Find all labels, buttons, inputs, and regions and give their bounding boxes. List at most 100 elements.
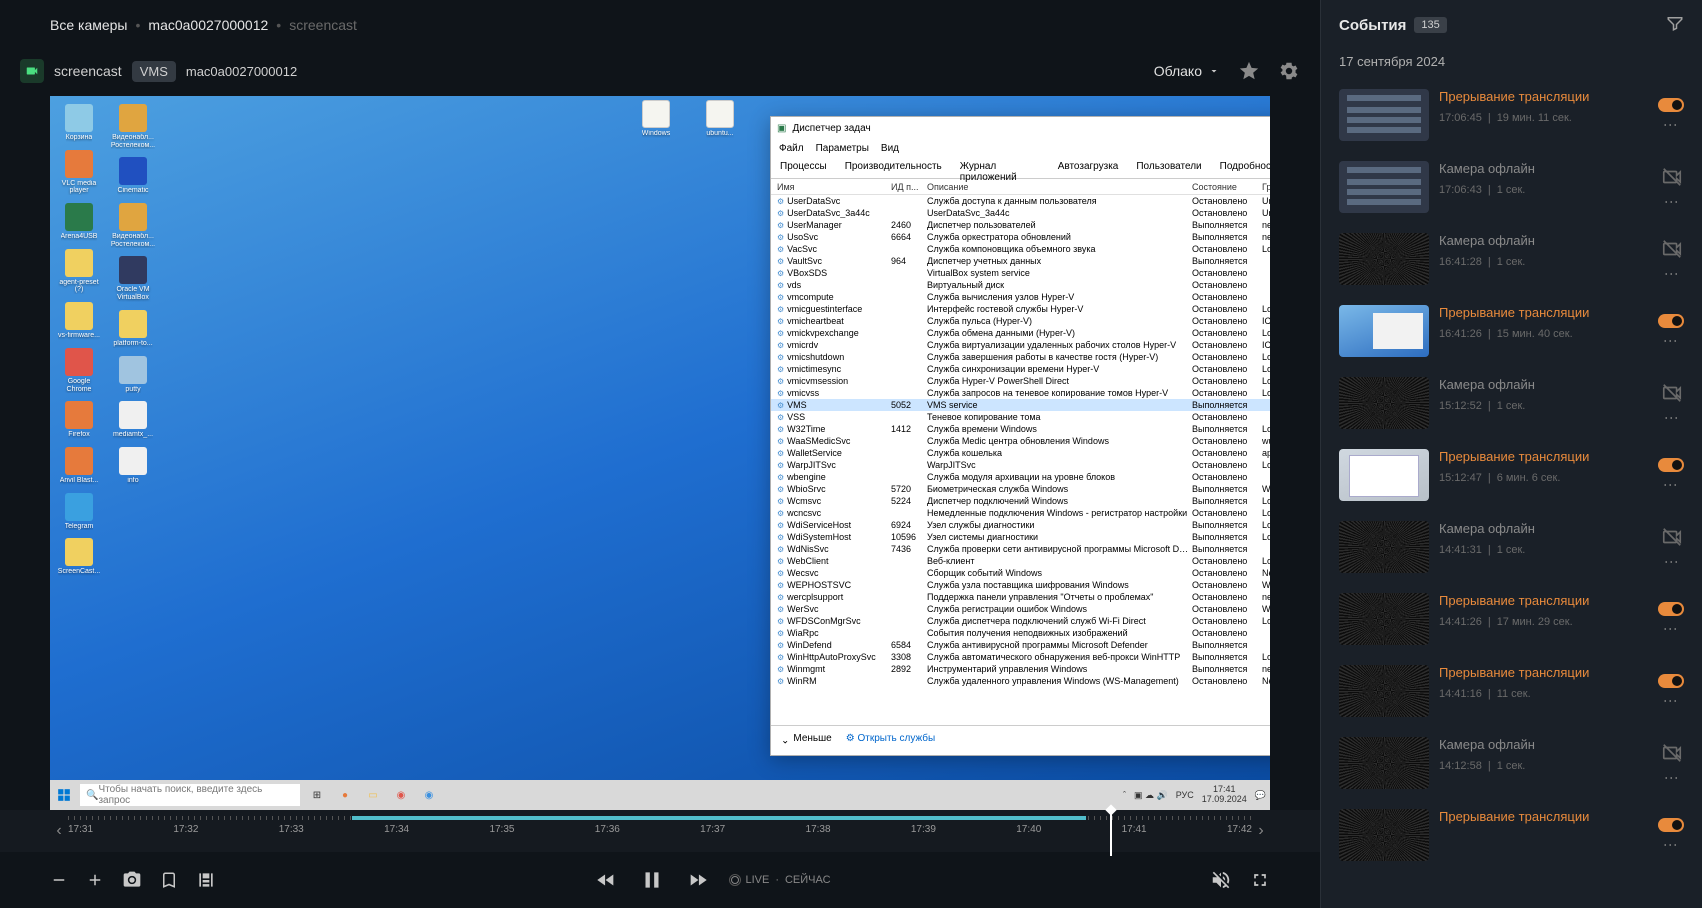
service-row[interactable]: vmicvssСлужба запросов на теневое копиро… (771, 387, 1270, 399)
rewind-button[interactable] (595, 869, 617, 891)
timeline-next[interactable]: › (1252, 822, 1270, 840)
bookmark-button[interactable] (160, 871, 178, 889)
start-button[interactable] (54, 785, 74, 805)
event-card[interactable]: Камера офлайн 15:12:52|1 сек. ⋮ (1331, 369, 1692, 437)
taskmgr-tab[interactable]: Пользователи (1127, 157, 1210, 178)
live-indicator[interactable]: LIVE· СЕЙЧАС (731, 874, 830, 886)
taskmgr-tab[interactable]: Журнал приложений (951, 157, 1049, 178)
taskmgr-tab[interactable]: Процессы (771, 157, 836, 178)
menu-item[interactable]: Файл (779, 143, 804, 154)
breadcrumb-mac[interactable]: mac0a0027000012 (148, 17, 268, 33)
service-row[interactable]: W32Time1412Служба времени WindowsВыполня… (771, 423, 1270, 435)
event-card[interactable]: Камера офлайн 17:06:43|1 сек. ⋮ (1331, 153, 1692, 221)
service-row[interactable]: vmicheartbeatСлужба пульса (Hyper-V)Оста… (771, 315, 1270, 327)
desktop-shortcut[interactable]: Cinematic (112, 157, 154, 195)
fullscreen-button[interactable] (1250, 870, 1270, 890)
timeline-ruler[interactable]: 17:3117:3217:3317:3417:3517:3617:3717:38… (68, 816, 1252, 846)
star-icon[interactable] (1238, 60, 1260, 82)
taskmgr-tab[interactable]: Автозагрузка (1049, 157, 1128, 178)
pause-button[interactable] (639, 867, 665, 893)
timeline-cursor[interactable] (1110, 810, 1112, 856)
service-row[interactable]: vmicrdvСлужба виртуализации удаленных ра… (771, 339, 1270, 351)
service-row[interactable]: WdNisSvc7436Служба проверки сети антивир… (771, 543, 1270, 555)
zoom-out-button[interactable] (50, 871, 68, 889)
taskview-icon[interactable]: ⊞ (306, 784, 328, 806)
service-row[interactable]: WdiServiceHost6924Узел службы диагностик… (771, 519, 1270, 531)
service-row[interactable]: WinDefend6584Служба антивирусной програм… (771, 639, 1270, 651)
event-menu[interactable]: ⋮ (1664, 411, 1680, 425)
event-menu[interactable]: ⋮ (1664, 267, 1680, 281)
taskmgr-tab[interactable]: Производительность (836, 157, 951, 178)
tray-lang[interactable]: РУС (1176, 790, 1194, 800)
event-menu[interactable]: ⋮ (1663, 838, 1679, 852)
event-menu[interactable]: ⋮ (1663, 694, 1679, 708)
service-row[interactable]: UsoSvc6664Служба оркестратора обновлений… (771, 231, 1270, 243)
cloud-dropdown[interactable]: Облако (1154, 63, 1220, 79)
column-header[interactable]: ИД п... (891, 182, 927, 192)
service-row[interactable]: wercplsupportПоддержка панели управления… (771, 591, 1270, 603)
desktop-file[interactable]: Windows (635, 100, 677, 138)
service-row[interactable]: VacSvcСлужба компоновщика объемного звук… (771, 243, 1270, 255)
explorer-icon[interactable]: ▭ (362, 784, 384, 806)
desktop-shortcut[interactable]: Firefox (58, 401, 100, 439)
service-row[interactable]: WbioSrvc5720Биометрическая служба Window… (771, 483, 1270, 495)
service-row[interactable]: WinHttpAutoProxySvc3308Служба автоматиче… (771, 651, 1270, 663)
desktop-shortcut[interactable]: Видеонабл... Ростелеком... (112, 203, 154, 248)
forward-button[interactable] (687, 869, 709, 891)
desktop-shortcut[interactable]: agent-preset (?) (58, 249, 100, 294)
clip-button[interactable] (196, 870, 216, 890)
edge-icon[interactable]: ◉ (418, 784, 440, 806)
service-row[interactable]: vmicshutdownСлужба завершения работы в к… (771, 351, 1270, 363)
taskmgr-tab[interactable]: Подробности (1211, 157, 1270, 178)
service-row[interactable]: WiaRpcСобытия получения неподвижных изоб… (771, 627, 1270, 639)
service-row[interactable]: VSSТеневое копирование томаОстановлено (771, 411, 1270, 423)
service-row[interactable]: wcncsvcНемедленные подключения Windows -… (771, 507, 1270, 519)
desktop-shortcut[interactable]: vs-firmware... (58, 302, 100, 340)
mute-button[interactable] (1210, 869, 1232, 891)
service-row[interactable]: Winmgmt2892Инструментарий управления Win… (771, 663, 1270, 675)
service-row[interactable]: wbengineСлужба модуля архивации на уровн… (771, 471, 1270, 483)
windows-taskbar[interactable]: 🔍 Чтобы начать поиск, введите здесь запр… (50, 780, 1270, 810)
service-row[interactable]: vdsВиртуальный дискОстановлено (771, 279, 1270, 291)
event-card[interactable]: Прерывание трансляции 17:06:45|19 мин. 1… (1331, 81, 1692, 149)
column-header[interactable]: Описание (927, 182, 1192, 192)
event-menu[interactable]: ⋮ (1663, 478, 1679, 492)
desktop-shortcut[interactable]: info (112, 447, 154, 485)
chrome-icon[interactable]: ◉ (390, 784, 412, 806)
desktop-shortcut[interactable]: mediamtx_... (112, 401, 154, 439)
tray-chevron[interactable]: ˆ (1123, 790, 1126, 800)
desktop-shortcut[interactable]: Anvil Blast... (58, 447, 100, 485)
video-viewport[interactable]: КорзинаVLC media playerArena4USBagent-pr… (50, 96, 1270, 810)
zoom-in-button[interactable] (86, 871, 104, 889)
event-menu[interactable]: ⋮ (1663, 622, 1679, 636)
event-card[interactable]: Прерывание трансляции 14:41:26|17 мин. 2… (1331, 585, 1692, 653)
desktop-shortcut[interactable]: Корзина (58, 104, 100, 142)
service-row[interactable]: WinRMСлужба удаленного управления Window… (771, 675, 1270, 687)
event-card[interactable]: Прерывание трансляции 15:12:47|6 мин. 6 … (1331, 441, 1692, 509)
service-row[interactable]: WdiSystemHost10596Узел системы диагности… (771, 531, 1270, 543)
desktop-shortcut[interactable]: putty (112, 356, 154, 394)
service-row[interactable]: UserDataSvc_3a44cUserDataSvc_3a44cОстано… (771, 207, 1270, 219)
service-row[interactable]: WecsvcСборщик событий WindowsОстановлено… (771, 567, 1270, 579)
firefox-icon[interactable]: ● (334, 784, 356, 806)
column-header[interactable]: Состояние (1192, 182, 1262, 192)
breadcrumb-root[interactable]: Все камеры (50, 17, 128, 33)
service-row[interactable]: WEPHOSTSVCСлужба узла поставщика шифрова… (771, 579, 1270, 591)
service-row[interactable]: WalletServiceСлужба кошелькаОстановленоa… (771, 447, 1270, 459)
service-row[interactable]: vmicvmsessionСлужба Hyper-V PowerShell D… (771, 375, 1270, 387)
event-toggle[interactable] (1658, 818, 1684, 832)
event-menu[interactable]: ⋮ (1664, 555, 1680, 569)
column-header[interactable]: Имя (771, 182, 891, 192)
desktop-shortcut[interactable]: platform-to... (112, 310, 154, 348)
event-toggle[interactable] (1658, 314, 1684, 328)
service-row[interactable]: vmicguestinterfaceИнтерфейс гостевой слу… (771, 303, 1270, 315)
event-menu[interactable]: ⋮ (1663, 118, 1679, 132)
service-row[interactable]: vmcomputeСлужба вычисления узлов Hyper-V… (771, 291, 1270, 303)
desktop-file[interactable]: ubuntu... (699, 100, 741, 138)
fewer-details-button[interactable]: Меньше (781, 733, 832, 744)
desktop-shortcut[interactable]: Telegram (58, 493, 100, 531)
service-row[interactable]: VBoxSDSVirtualBox system serviceОстановл… (771, 267, 1270, 279)
event-toggle[interactable] (1658, 458, 1684, 472)
service-row[interactable]: vmictimesyncСлужба синхронизации времени… (771, 363, 1270, 375)
column-header[interactable]: Группа (1262, 182, 1270, 192)
